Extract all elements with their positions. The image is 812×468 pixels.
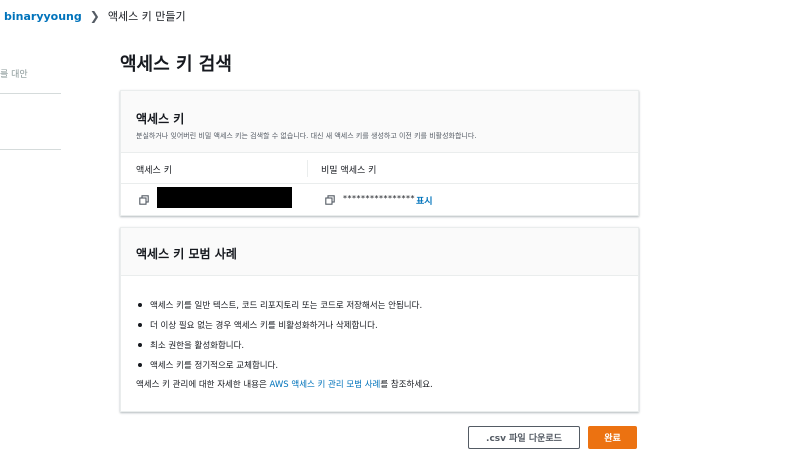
secret-key-masked: ****************	[343, 194, 415, 203]
list-item: 액세스 키를 일반 텍스트, 코드 리포지토리 또는 코드로 저장해서는 안됩니…	[138, 295, 422, 315]
best-practices-title: 액세스 키 모범 사례	[136, 247, 237, 261]
col-secret-key: 비밀 액세스 키	[321, 166, 377, 176]
key-table-header: 액세스 키 비밀 액세스 키	[121, 154, 638, 184]
sidebar-divider	[0, 93, 61, 94]
breadcrumb: binaryyoung ❯ 액세스 키 만들기	[4, 8, 186, 24]
page-title: 액세스 키 검색	[120, 54, 232, 75]
column-divider	[307, 160, 308, 177]
copy-icon[interactable]	[139, 195, 149, 205]
list-item: 액세스 키를 정기적으로 교체합니다.	[138, 355, 422, 375]
best-practices-list: 액세스 키를 일반 텍스트, 코드 리포지토리 또는 코드로 저장해서는 안됩니…	[138, 295, 422, 375]
breadcrumb-current: 액세스 키 만들기	[107, 10, 186, 23]
col-access-key: 액세스 키	[136, 166, 172, 176]
list-item: 더 이상 필요 없는 경우 액세스 키를 비활성화하거나 삭제합니다.	[138, 315, 422, 335]
reference-prefix: 액세스 키 관리에 대한 자세한 내용은	[136, 380, 270, 390]
done-button[interactable]: 완료	[588, 426, 637, 449]
copy-icon[interactable]	[325, 195, 335, 205]
best-practices-link[interactable]: AWS 액세스 키 관리 모범 사례	[270, 380, 381, 390]
sidebar-fragment: 를 대안	[0, 70, 28, 80]
access-key-card: 액세스 키 분실하거나 잊어버린 비밀 액세스 키는 검색할 수 없습니다. 대…	[120, 90, 639, 216]
best-practices-reference: 액세스 키 관리에 대한 자세한 내용은 AWS 액세스 키 관리 모범 사례를…	[136, 378, 433, 390]
best-practices-header: 액세스 키 모범 사례	[121, 228, 638, 276]
show-secret-link[interactable]: 표시	[416, 194, 433, 207]
download-csv-button[interactable]: .csv 파일 다운로드	[468, 426, 580, 449]
best-practices-card: 액세스 키 모범 사례 액세스 키를 일반 텍스트, 코드 리포지토리 또는 코…	[120, 227, 639, 412]
breadcrumb-user-link[interactable]: binaryyoung	[4, 10, 82, 23]
reference-suffix: 를 참조하세요.	[380, 380, 433, 390]
access-key-value-redacted	[157, 187, 292, 208]
access-key-card-title: 액세스 키	[136, 112, 185, 126]
access-key-card-header: 액세스 키 분실하거나 잊어버린 비밀 액세스 키는 검색할 수 없습니다. 대…	[121, 91, 638, 153]
access-key-card-description: 분실하거나 잊어버린 비밀 액세스 키는 검색할 수 없습니다. 대신 새 액세…	[136, 132, 477, 140]
sidebar-divider	[0, 149, 61, 150]
chevron-right-icon: ❯	[89, 9, 100, 23]
list-item: 최소 권한을 활성화합니다.	[138, 335, 422, 355]
